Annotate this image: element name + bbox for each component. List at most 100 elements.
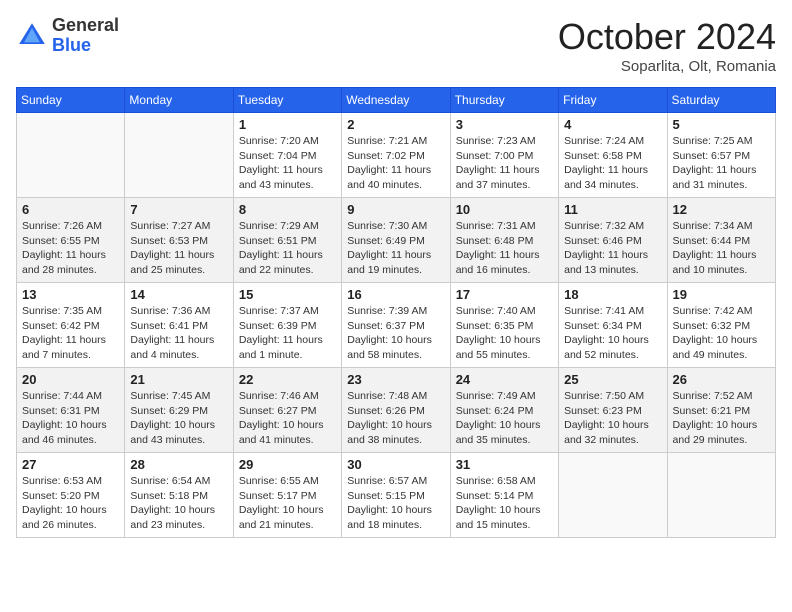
day-info: Sunrise: 7:52 AMSunset: 6:21 PMDaylight:…	[673, 389, 770, 448]
day-info: Sunrise: 6:55 AMSunset: 5:17 PMDaylight:…	[239, 474, 336, 533]
day-info: Sunrise: 7:23 AMSunset: 7:00 PMDaylight:…	[456, 134, 553, 193]
calendar-cell: 27 Sunrise: 6:53 AMSunset: 5:20 PMDayligh…	[17, 453, 125, 538]
day-number: 23	[347, 372, 444, 387]
day-number: 19	[673, 287, 770, 302]
day-number: 24	[456, 372, 553, 387]
day-number: 8	[239, 202, 336, 217]
day-info: Sunrise: 7:44 AMSunset: 6:31 PMDaylight:…	[22, 389, 119, 448]
calendar-cell: 6 Sunrise: 7:26 AMSunset: 6:55 PMDaylight…	[17, 198, 125, 283]
day-info: Sunrise: 7:32 AMSunset: 6:46 PMDaylight:…	[564, 219, 661, 278]
header-friday: Friday	[559, 88, 667, 113]
header-row: SundayMondayTuesdayWednesdayThursdayFrid…	[17, 88, 776, 113]
calendar-cell: 19 Sunrise: 7:42 AMSunset: 6:32 PMDayligh…	[667, 283, 775, 368]
calendar-cell: 21Sunrise: 7:45 AMSunset: 6:29 PMDayligh…	[125, 368, 233, 453]
day-number: 20	[22, 372, 119, 387]
logo-text: General Blue	[52, 16, 119, 56]
day-info: Sunrise: 7:21 AMSunset: 7:02 PMDaylight:…	[347, 134, 444, 193]
calendar-table: SundayMondayTuesdayWednesdayThursdayFrid…	[16, 87, 776, 538]
day-number: 6	[22, 202, 119, 217]
day-number: 14	[130, 287, 227, 302]
day-number: 2	[347, 117, 444, 132]
day-number: 7	[130, 202, 227, 217]
calendar-cell: 8Sunrise: 7:29 AMSunset: 6:51 PMDaylight…	[233, 198, 341, 283]
calendar-cell	[17, 113, 125, 198]
header-monday: Monday	[125, 88, 233, 113]
calendar-cell	[559, 453, 667, 538]
header-saturday: Saturday	[667, 88, 775, 113]
calendar-cell: 28 Sunrise: 6:54 AMSunset: 5:18 PMDayligh…	[125, 453, 233, 538]
day-info: Sunrise: 7:30 AMSunset: 6:49 PMDaylight:…	[347, 219, 444, 278]
day-number: 21	[130, 372, 227, 387]
day-number: 25	[564, 372, 661, 387]
day-number: 29	[239, 457, 336, 472]
day-info: Sunrise: 6:54 AMSunset: 5:18 PMDaylight:…	[130, 474, 227, 533]
day-info: Sunrise: 7:42 AMSunset: 6:32 PMDaylight:…	[673, 304, 770, 363]
day-number: 22	[239, 372, 336, 387]
calendar-cell: 5Sunrise: 7:25 AMSunset: 6:57 PMDaylight…	[667, 113, 775, 198]
day-number: 30	[347, 457, 444, 472]
day-number: 10	[456, 202, 553, 217]
day-number: 28	[130, 457, 227, 472]
day-info: Sunrise: 7:25 AMSunset: 6:57 PMDaylight:…	[673, 134, 770, 193]
month-title: October 2024	[558, 16, 776, 58]
week-row-2: 13 Sunrise: 7:35 AMSunset: 6:42 PMDayligh…	[17, 283, 776, 368]
header-thursday: Thursday	[450, 88, 558, 113]
calendar-cell: 20 Sunrise: 7:44 AMSunset: 6:31 PMDayligh…	[17, 368, 125, 453]
day-info: Sunrise: 7:35 AMSunset: 6:42 PMDaylight:…	[22, 304, 119, 363]
day-info: Sunrise: 7:41 AMSunset: 6:34 PMDaylight:…	[564, 304, 661, 363]
logo-general: General	[52, 16, 119, 36]
header-sunday: Sunday	[17, 88, 125, 113]
calendar-cell: 16 Sunrise: 7:39 AMSunset: 6:37 PMDayligh…	[342, 283, 450, 368]
calendar-cell: 30 Sunrise: 6:57 AMSunset: 5:15 PMDayligh…	[342, 453, 450, 538]
day-info: Sunrise: 7:40 AMSunset: 6:35 PMDaylight:…	[456, 304, 553, 363]
calendar-cell: 1Sunrise: 7:20 AMSunset: 7:04 PMDaylight…	[233, 113, 341, 198]
day-info: Sunrise: 7:36 AMSunset: 6:41 PMDaylight:…	[130, 304, 227, 363]
day-number: 4	[564, 117, 661, 132]
day-number: 13	[22, 287, 119, 302]
week-row-1: 6 Sunrise: 7:26 AMSunset: 6:55 PMDaylight…	[17, 198, 776, 283]
day-info: Sunrise: 7:37 AMSunset: 6:39 PMDaylight:…	[239, 304, 336, 363]
day-info: Sunrise: 7:39 AMSunset: 6:37 PMDaylight:…	[347, 304, 444, 363]
day-number: 15	[239, 287, 336, 302]
day-number: 26	[673, 372, 770, 387]
day-info: Sunrise: 7:26 AMSunset: 6:55 PMDaylight:…	[22, 219, 119, 278]
calendar-cell: 7Sunrise: 7:27 AMSunset: 6:53 PMDaylight…	[125, 198, 233, 283]
day-number: 12	[673, 202, 770, 217]
day-info: Sunrise: 7:34 AMSunset: 6:44 PMDaylight:…	[673, 219, 770, 278]
day-number: 9	[347, 202, 444, 217]
week-row-3: 20 Sunrise: 7:44 AMSunset: 6:31 PMDayligh…	[17, 368, 776, 453]
calendar-cell: 14 Sunrise: 7:36 AMSunset: 6:41 PMDayligh…	[125, 283, 233, 368]
calendar-cell: 13 Sunrise: 7:35 AMSunset: 6:42 PMDayligh…	[17, 283, 125, 368]
calendar-cell: 17 Sunrise: 7:40 AMSunset: 6:35 PMDayligh…	[450, 283, 558, 368]
calendar-cell: 31 Sunrise: 6:58 AMSunset: 5:14 PMDayligh…	[450, 453, 558, 538]
day-number: 27	[22, 457, 119, 472]
day-number: 17	[456, 287, 553, 302]
logo: General Blue	[16, 16, 119, 56]
day-number: 16	[347, 287, 444, 302]
title-block: October 2024 Soparlita, Olt, Romania	[558, 16, 776, 75]
calendar-cell	[125, 113, 233, 198]
day-number: 31	[456, 457, 553, 472]
page-header: General Blue October 2024 Soparlita, Olt…	[16, 16, 776, 75]
calendar-cell: 11 Sunrise: 7:32 AMSunset: 6:46 PMDayligh…	[559, 198, 667, 283]
day-info: Sunrise: 7:49 AMSunset: 6:24 PMDaylight:…	[456, 389, 553, 448]
day-info: Sunrise: 6:58 AMSunset: 5:14 PMDaylight:…	[456, 474, 553, 533]
day-info: Sunrise: 7:24 AMSunset: 6:58 PMDaylight:…	[564, 134, 661, 193]
day-number: 11	[564, 202, 661, 217]
logo-icon	[16, 20, 48, 52]
calendar-cell: 25Sunrise: 7:50 AMSunset: 6:23 PMDayligh…	[559, 368, 667, 453]
calendar-cell: 22 Sunrise: 7:46 AMSunset: 6:27 PMDayligh…	[233, 368, 341, 453]
day-info: Sunrise: 7:31 AMSunset: 6:48 PMDaylight:…	[456, 219, 553, 278]
calendar-cell	[667, 453, 775, 538]
calendar-cell: 3Sunrise: 7:23 AMSunset: 7:00 PMDaylight…	[450, 113, 558, 198]
calendar-cell: 15 Sunrise: 7:37 AMSunset: 6:39 PMDayligh…	[233, 283, 341, 368]
day-info: Sunrise: 7:48 AMSunset: 6:26 PMDaylight:…	[347, 389, 444, 448]
logo-blue: Blue	[52, 36, 119, 56]
day-number: 18	[564, 287, 661, 302]
calendar-cell: 23 Sunrise: 7:48 AMSunset: 6:26 PMDayligh…	[342, 368, 450, 453]
day-info: Sunrise: 6:53 AMSunset: 5:20 PMDaylight:…	[22, 474, 119, 533]
calendar-cell: 9 Sunrise: 7:30 AMSunset: 6:49 PMDaylight…	[342, 198, 450, 283]
day-info: Sunrise: 6:57 AMSunset: 5:15 PMDaylight:…	[347, 474, 444, 533]
day-info: Sunrise: 7:46 AMSunset: 6:27 PMDaylight:…	[239, 389, 336, 448]
calendar-cell: 18 Sunrise: 7:41 AMSunset: 6:34 PMDayligh…	[559, 283, 667, 368]
